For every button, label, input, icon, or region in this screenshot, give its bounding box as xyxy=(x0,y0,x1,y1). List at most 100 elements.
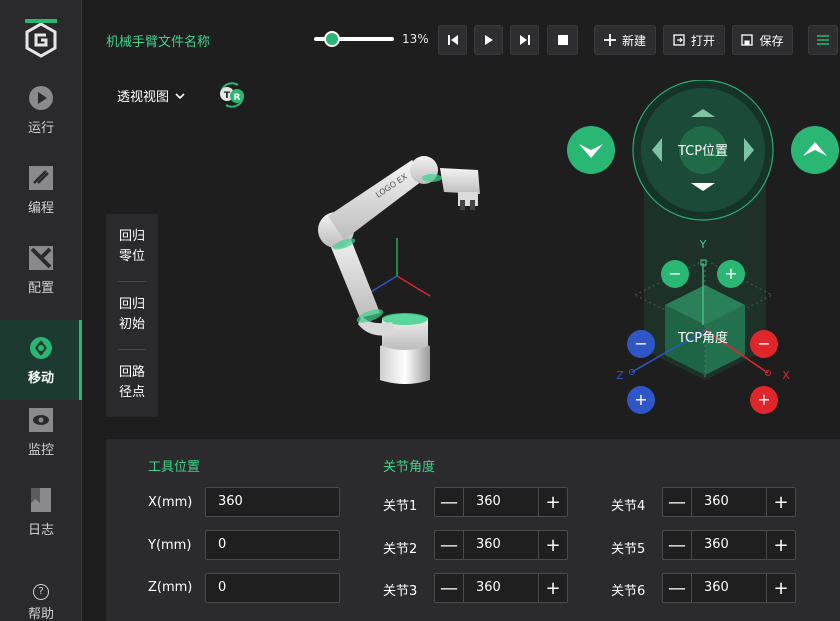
joint4-value[interactable]: 360 xyxy=(692,488,766,516)
menu-button[interactable] xyxy=(808,25,838,55)
sidebar: 运行 编程 配置 移动 监控 日志 ? 帮助 xyxy=(0,0,82,621)
sidebar-item-label: 配置 xyxy=(27,280,54,296)
plus-icon xyxy=(603,34,616,46)
tr-toggle-icon[interactable]: T R xyxy=(216,79,248,111)
sidebar-item-label: 日志 xyxy=(27,522,54,538)
menu-icon xyxy=(817,35,829,45)
new-button-label: 新建 xyxy=(621,33,646,48)
sidebar-item-monitor[interactable]: 监控 xyxy=(0,392,82,472)
skip-back-icon xyxy=(447,35,458,45)
help-label: 帮助 xyxy=(27,607,54,621)
sidebar-item-move[interactable]: 移动 xyxy=(0,320,82,400)
joint5-plus-button[interactable]: + xyxy=(766,531,795,559)
joint4-plus-button[interactable]: + xyxy=(766,488,795,516)
x-field[interactable]: 360 xyxy=(205,487,340,517)
move-icon xyxy=(30,336,52,359)
z-field[interactable]: 0 xyxy=(205,573,340,603)
joint1-value[interactable]: 360 xyxy=(464,488,538,516)
joint5-minus-button[interactable]: — xyxy=(663,531,692,559)
stop-button[interactable] xyxy=(547,25,578,55)
joint6-minus-button[interactable]: — xyxy=(663,574,692,602)
z-label: Z(mm) xyxy=(148,580,193,595)
minus-icon: − xyxy=(634,334,647,353)
axis-y-label: Y xyxy=(699,238,707,251)
robot-arm-view[interactable]: LOGO EX xyxy=(300,148,500,388)
joint1-minus-button[interactable]: — xyxy=(435,488,464,516)
sidebar-item-log[interactable]: 日志 xyxy=(0,472,82,552)
tool-position-title: 工具位置 xyxy=(148,460,201,475)
view-select[interactable]: 透视视图 xyxy=(117,86,185,105)
position-panel: 工具位置 关节角度 X(mm) 360 Y(mm) 0 Z(mm) 0 关节1 … xyxy=(106,439,840,621)
joint1-label: 关节1 xyxy=(383,499,418,514)
save-button[interactable]: 保存 xyxy=(732,25,793,55)
tr-r-label: R xyxy=(234,93,241,103)
tcp-angle-label: TCP角度 xyxy=(677,330,728,346)
joint4-minus-button[interactable]: — xyxy=(663,488,692,516)
action-label-line1: 回归 xyxy=(118,229,145,244)
axis-x-label: X xyxy=(782,369,790,382)
joint6-value[interactable]: 360 xyxy=(692,574,766,602)
sidebar-item-run[interactable]: 运行 xyxy=(0,70,82,150)
joint6-stepper[interactable]: — 360 + xyxy=(662,573,796,603)
joint5-stepper[interactable]: — 360 + xyxy=(662,530,796,560)
sidebar-item-program[interactable]: 编程 xyxy=(0,150,82,230)
joint2-stepper[interactable]: — 360 + xyxy=(434,530,568,560)
joint6-plus-button[interactable]: + xyxy=(766,574,795,602)
jog-controls: Y Z X TCP角度 TCP位置 − + − + − + xyxy=(567,80,839,414)
y-field[interactable]: 0 xyxy=(205,530,340,560)
action-label-line1: 回归 xyxy=(118,297,145,312)
joint3-stepper[interactable]: — 360 + xyxy=(434,573,568,603)
joint1-plus-button[interactable]: + xyxy=(538,488,567,516)
joint4-stepper[interactable]: — 360 + xyxy=(662,487,796,517)
open-icon xyxy=(673,34,685,46)
skip-forward-button[interactable] xyxy=(510,25,539,55)
joint2-plus-button[interactable]: + xyxy=(538,531,567,559)
return-initial-button[interactable]: 回归 初始 xyxy=(106,282,158,348)
joint5-value[interactable]: 360 xyxy=(692,531,766,559)
new-button[interactable]: 新建 xyxy=(594,25,656,55)
minus-icon: − xyxy=(668,264,681,283)
sidebar-item-label: 编程 xyxy=(27,200,54,216)
skip-back-button[interactable] xyxy=(438,25,467,55)
play-icon xyxy=(29,85,53,110)
joint5-label: 关节5 xyxy=(611,542,646,557)
joint1-stepper[interactable]: — 360 + xyxy=(434,487,568,517)
logo-icon xyxy=(25,19,57,58)
speed-slider-handle[interactable] xyxy=(324,31,341,47)
plus-icon: + xyxy=(724,264,737,283)
plus-icon: + xyxy=(757,390,770,409)
play-button[interactable] xyxy=(474,25,503,55)
action-label-line2: 径点 xyxy=(118,385,145,400)
action-label-line2: 初始 xyxy=(118,317,145,332)
joint2-label: 关节2 xyxy=(383,542,418,557)
joint2-value[interactable]: 360 xyxy=(464,531,538,559)
joint3-minus-button[interactable]: — xyxy=(435,574,464,602)
joint3-value[interactable]: 360 xyxy=(464,574,538,602)
axis-x-line xyxy=(396,275,431,297)
joint2-minus-button[interactable]: — xyxy=(435,531,464,559)
code-icon xyxy=(29,165,53,190)
view-select-value: 透视视图 xyxy=(117,90,170,105)
waypoint-button[interactable]: 回路 径点 xyxy=(106,350,158,416)
tr-t-label: T xyxy=(224,91,231,101)
plus-icon: + xyxy=(634,390,647,409)
minus-icon: − xyxy=(757,334,770,353)
config-icon xyxy=(29,245,53,270)
return-zero-button[interactable]: 回归 零位 xyxy=(106,214,158,280)
sidebar-item-label: 移动 xyxy=(27,370,54,386)
sidebar-item-label: 运行 xyxy=(27,120,54,136)
joint-angles-title: 关节角度 xyxy=(383,460,436,475)
y-label: Y(mm) xyxy=(148,538,192,553)
save-button-label: 保存 xyxy=(759,33,784,48)
sidebar-item-config[interactable]: 配置 xyxy=(0,230,82,310)
help-icon: ? xyxy=(33,584,49,600)
action-label-line1: 回路 xyxy=(118,365,145,380)
x-label: X(mm) xyxy=(148,495,193,510)
joint3-plus-button[interactable]: + xyxy=(538,574,567,602)
skip-forward-icon xyxy=(519,35,530,45)
speed-percent: 13% xyxy=(402,32,429,46)
open-button[interactable]: 打开 xyxy=(663,25,725,55)
joint3-label: 关节3 xyxy=(383,584,418,599)
help-button[interactable]: ? 帮助 xyxy=(0,584,82,621)
chevron-down-icon xyxy=(175,92,185,99)
